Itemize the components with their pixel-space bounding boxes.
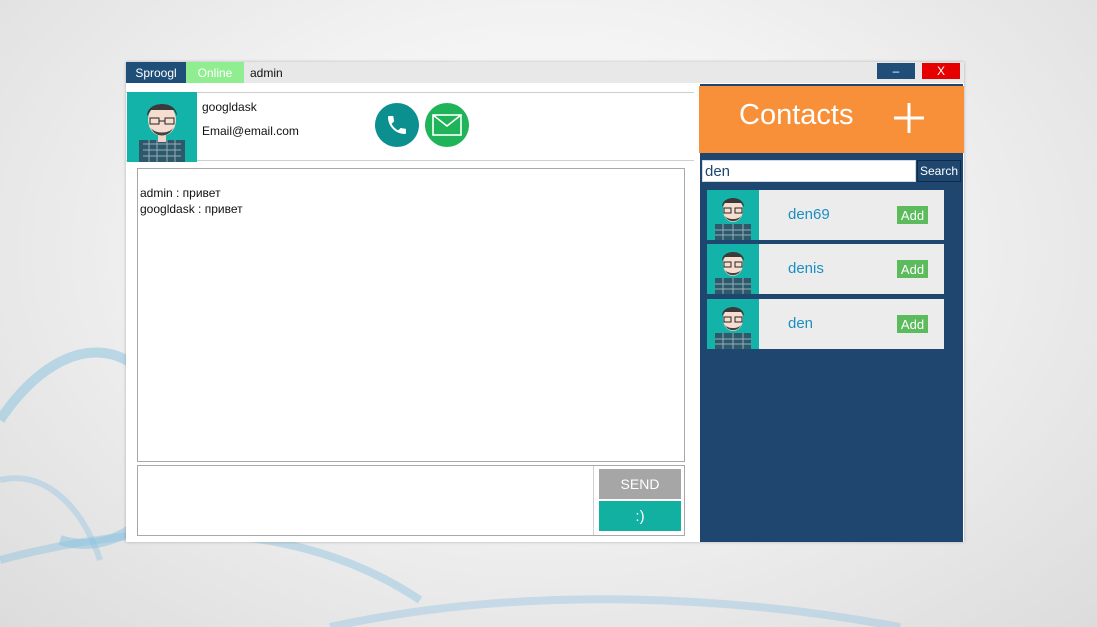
add-contact-button[interactable]: Add [897,206,928,224]
compose-divider [593,466,594,535]
contact-search-input[interactable] [702,160,916,182]
app-name: Sproogl [126,62,186,83]
avatar-icon [707,299,759,349]
chat-history[interactable]: admin : привет googldask : привет [137,168,685,462]
call-button[interactable] [375,103,419,147]
add-contact-button[interactable]: Add [897,260,928,278]
contact-list-item[interactable]: den69 Add [707,190,944,240]
profile-divider-top [126,92,694,93]
avatar-icon [707,244,759,294]
title-bar: Sproogl Online admin – X [126,62,964,83]
profile-divider-bottom [126,160,694,161]
contact-email: Email@email.com [202,124,299,138]
send-button[interactable]: SEND [599,469,681,499]
phone-icon [388,116,406,134]
message-button[interactable] [425,103,469,147]
online-status-badge[interactable]: Online [186,62,244,83]
contact-result-name: denis [788,260,824,277]
contact-result-name: den69 [788,206,830,223]
message-input[interactable] [138,466,592,535]
plus-icon[interactable] [891,100,927,136]
add-contact-button[interactable]: Add [897,315,928,333]
emoji-button[interactable]: :) [599,501,681,531]
search-button[interactable]: Search [917,160,961,182]
minimize-button[interactable]: – [877,63,915,79]
avatar-icon [707,190,759,240]
contact-list-item[interactable]: denis Add [707,244,944,294]
close-button[interactable]: X [922,63,960,79]
contact-list-item[interactable]: den Add [707,299,944,349]
chat-message: googldask : привет [140,202,243,216]
avatar-icon [127,92,197,162]
envelope-icon [432,114,462,136]
contact-result-name: den [788,315,814,332]
current-username: admin [250,65,283,80]
contacts-title: Contacts [739,99,854,131]
chat-message: admin : привет [140,186,221,200]
contact-name: googldask [202,100,257,114]
